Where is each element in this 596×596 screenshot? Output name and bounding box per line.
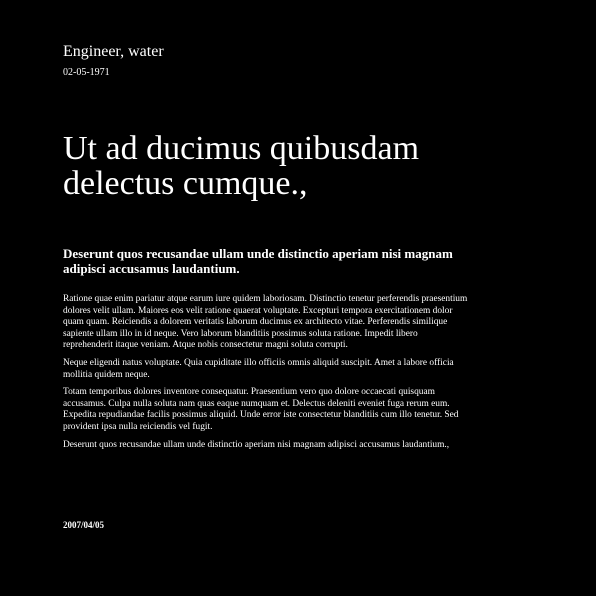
paragraph: Neque eligendi natus voluptate. Quia cup… [63,357,454,380]
article-body: Ratione quae enim pariatur atque earum i… [63,294,468,457]
paragraph: Ratione quae enim pariatur atque earum i… [63,294,468,351]
paragraph: Totam temporibus dolores inventore conse… [63,387,459,432]
subheading: Deserunt quos recusandae ullam unde dist… [63,246,453,276]
headline: Ut ad ducimus quibusdam delectus cumque.… [63,130,420,202]
job-title: Engineer, water [63,43,164,60]
paragraph: Deserunt quos recusandae ullam unde dist… [63,439,450,450]
header-date: 02-05-1971 [63,67,110,78]
footer-date: 2007/04/05 [63,520,105,530]
